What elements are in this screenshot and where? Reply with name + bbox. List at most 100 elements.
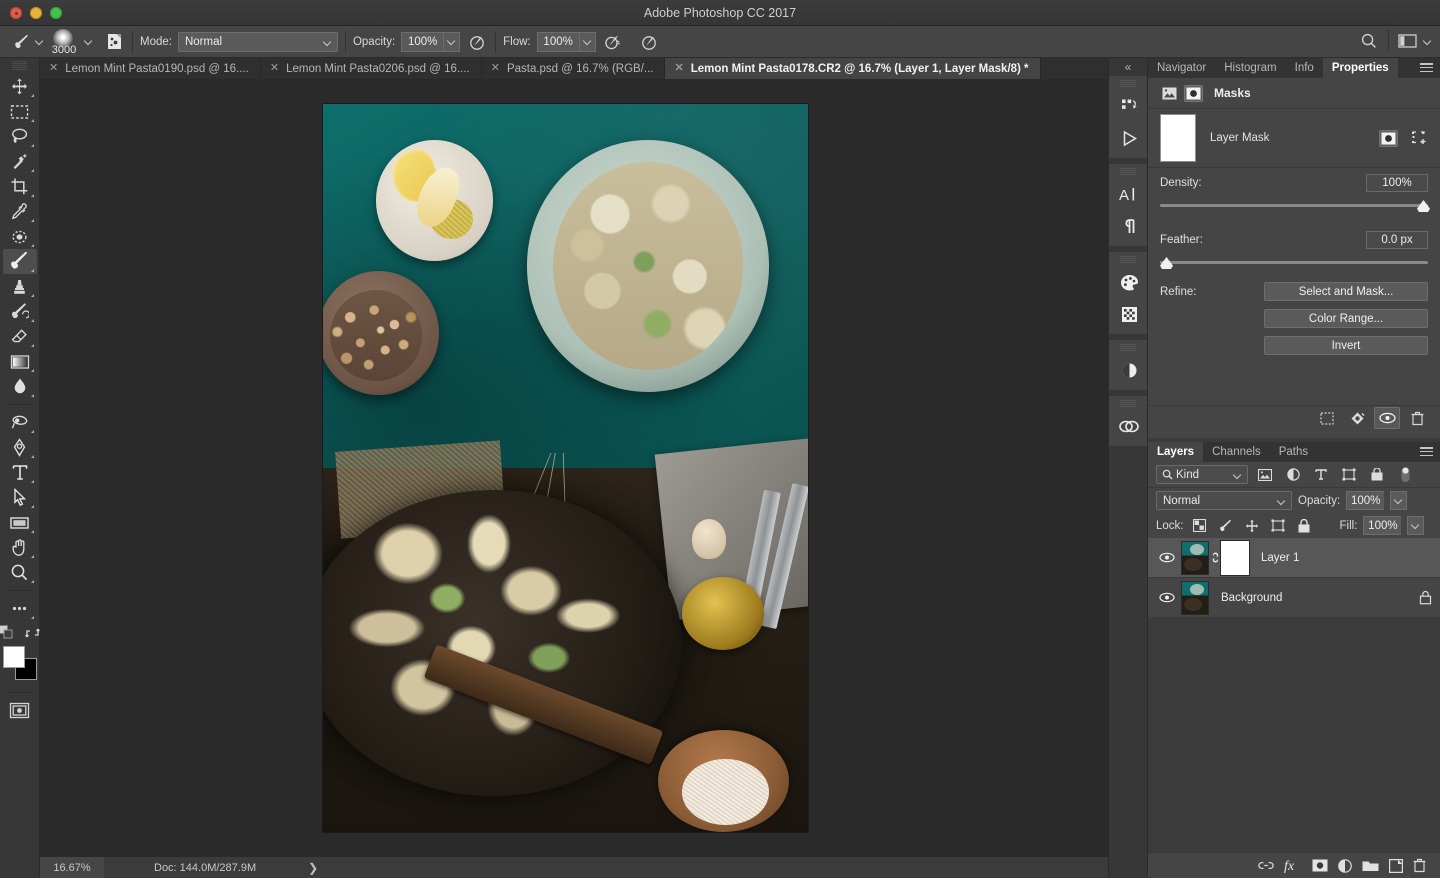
apply-mask-icon[interactable] <box>1344 407 1370 429</box>
filter-shape-icon[interactable] <box>1338 465 1360 484</box>
layer-mask-thumbnail[interactable] <box>1160 114 1196 162</box>
collapse-panels-icon[interactable]: « <box>1109 58 1147 76</box>
close-icon[interactable]: ✕ <box>491 63 500 74</box>
new-layer-icon[interactable] <box>1389 858 1403 873</box>
history-icon[interactable] <box>1109 90 1149 122</box>
link-mask-icon[interactable] <box>1209 551 1221 564</box>
airbrush-button[interactable] <box>602 31 624 53</box>
panel-menu-icon[interactable] <box>1420 447 1433 456</box>
character-icon[interactable]: A <box>1109 178 1149 210</box>
layer-row-background[interactable]: Background <box>1148 578 1440 618</box>
brush-size-chevron-icon[interactable] <box>84 37 93 46</box>
delete-mask-icon[interactable] <box>1404 407 1430 429</box>
close-icon[interactable]: ✕ <box>49 63 58 74</box>
document-tab[interactable]: ✕ Lemon Mint Pasta0190.psd @ 16.... <box>40 58 261 79</box>
filter-type-icon[interactable] <box>1310 465 1332 484</box>
tab-channels[interactable]: Channels <box>1203 442 1270 462</box>
swatches-icon[interactable] <box>1109 298 1149 330</box>
filter-pixel-icon[interactable] <box>1254 465 1276 484</box>
lock-image-pixels-icon[interactable] <box>1216 516 1236 535</box>
brush-tool[interactable] <box>2 249 37 274</box>
density-slider[interactable] <box>1160 199 1430 215</box>
lasso-tool[interactable] <box>3 124 37 149</box>
foreground-color-swatch[interactable] <box>2 646 25 668</box>
density-value[interactable]: 100% <box>1366 174 1428 192</box>
tab-paths[interactable]: Paths <box>1270 442 1317 462</box>
lock-all-icon[interactable] <box>1294 516 1314 535</box>
fill-input[interactable]: 100% <box>1363 516 1402 535</box>
brush-preset-chevron-icon[interactable] <box>35 37 44 46</box>
brush-size-preview[interactable]: 3000 <box>44 27 84 57</box>
path-selection-tool[interactable] <box>3 485 37 510</box>
zoom-tool[interactable] <box>3 560 37 585</box>
spot-healing-brush-tool[interactable] <box>3 224 37 249</box>
color-range-button[interactable]: Color Range... <box>1264 309 1428 328</box>
toggle-brush-panel-button[interactable] <box>103 31 125 53</box>
document-tab-active[interactable]: ✕ Lemon Mint Pasta0178.CR2 @ 16.7% (Laye… <box>665 58 1041 79</box>
layer-style-fx-icon[interactable]: fx <box>1284 858 1302 873</box>
blend-mode-select[interactable]: Normal <box>177 31 338 52</box>
crop-tool[interactable] <box>3 174 37 199</box>
tab-histogram[interactable]: Histogram <box>1215 58 1285 78</box>
libraries-icon[interactable] <box>1109 410 1149 442</box>
pen-tool[interactable] <box>3 435 37 460</box>
add-vector-mask-icon[interactable] <box>1411 130 1428 146</box>
lock-position-icon[interactable] <box>1242 516 1262 535</box>
workspace-chevron-icon[interactable] <box>1423 37 1432 46</box>
filter-adjustment-icon[interactable] <box>1282 465 1304 484</box>
filter-kind-select[interactable]: Kind <box>1156 465 1248 484</box>
adjustments-icon[interactable] <box>1109 354 1149 386</box>
document-canvas[interactable] <box>323 104 808 832</box>
lock-transparent-pixels-icon[interactable] <box>1190 516 1210 535</box>
dodge-tool[interactable] <box>3 410 37 435</box>
history-brush-tool[interactable] <box>3 299 37 324</box>
layer-blend-mode-select[interactable]: Normal <box>1156 491 1292 510</box>
toolbar-grip[interactable] <box>12 61 27 70</box>
workspace-switcher-button[interactable] <box>1397 30 1419 52</box>
layer-row-layer-1[interactable]: Layer 1 <box>1148 538 1440 578</box>
add-layer-mask-icon[interactable] <box>1312 859 1328 872</box>
eraser-tool[interactable] <box>3 324 37 349</box>
clone-stamp-tool[interactable] <box>3 274 37 299</box>
dock-grip[interactable] <box>1120 256 1136 263</box>
horizontal-type-tool[interactable] <box>3 460 37 485</box>
invert-button[interactable]: Invert <box>1264 336 1428 355</box>
tab-info[interactable]: Info <box>1286 58 1323 78</box>
new-adjustment-layer-icon[interactable] <box>1338 858 1352 873</box>
panel-menu-icon[interactable] <box>1420 63 1433 72</box>
quick-mask-mode-button[interactable] <box>3 698 37 723</box>
search-button[interactable] <box>1358 30 1380 52</box>
actions-icon[interactable] <box>1109 122 1149 154</box>
eyedropper-tool[interactable] <box>3 199 37 224</box>
zoom-level[interactable]: 16.67% <box>40 856 104 878</box>
dock-grip[interactable] <box>1120 400 1136 407</box>
eye-icon[interactable] <box>1156 552 1178 563</box>
dock-grip[interactable] <box>1120 344 1136 351</box>
document-tab[interactable]: ✕ Pasta.psd @ 16.7% (RGB/... <box>481 58 666 79</box>
filter-toggle-icon[interactable] <box>1394 465 1416 484</box>
document-tab[interactable]: ✕ Lemon Mint Pasta0206.psd @ 16.... <box>260 58 482 79</box>
close-icon[interactable]: ✕ <box>674 63 683 74</box>
paragraph-icon[interactable] <box>1109 210 1149 242</box>
toggle-mask-visibility-icon[interactable] <box>1374 407 1400 429</box>
pixel-mask-toggle[interactable] <box>1160 85 1179 102</box>
layer-mask-thumbnail[interactable] <box>1220 539 1250 576</box>
link-layers-icon[interactable] <box>1258 860 1274 871</box>
swap-colors-icon[interactable] <box>25 626 40 640</box>
load-selection-from-mask-icon[interactable] <box>1314 407 1340 429</box>
feather-value[interactable]: 0.0 px <box>1366 231 1428 249</box>
layer-thumbnail[interactable] <box>1181 540 1209 575</box>
dock-grip[interactable] <box>1120 80 1136 87</box>
pressure-opacity-button[interactable] <box>466 31 488 53</box>
opacity-stepper[interactable] <box>443 31 461 52</box>
hand-tool[interactable] <box>3 535 37 560</box>
load-selection-icon[interactable] <box>1379 129 1398 147</box>
tab-layers[interactable]: Layers <box>1148 442 1204 462</box>
vector-mask-toggle[interactable] <box>1184 84 1203 102</box>
tab-properties[interactable]: Properties <box>1322 58 1398 78</box>
layer-opacity-stepper[interactable] <box>1390 491 1408 510</box>
filter-smart-object-icon[interactable] <box>1366 465 1388 484</box>
fill-stepper[interactable] <box>1407 516 1425 535</box>
tab-navigator[interactable]: Navigator <box>1148 58 1215 78</box>
flow-stepper[interactable] <box>578 31 596 52</box>
